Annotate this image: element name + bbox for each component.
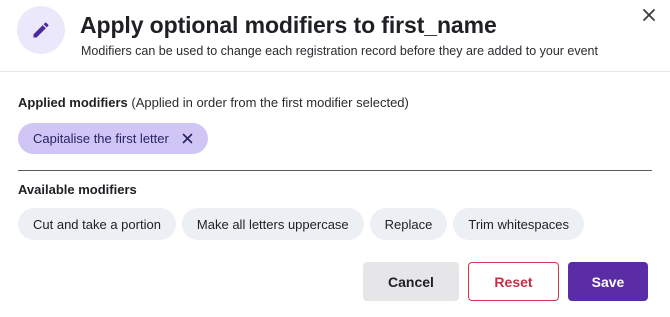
available-modifier-chip[interactable]: Trim whitespaces xyxy=(453,208,585,240)
available-modifier-chip[interactable]: Cut and take a portion xyxy=(18,208,176,240)
applied-modifiers-title: Applied modifiers xyxy=(18,95,128,110)
section-divider xyxy=(18,170,652,171)
reset-button[interactable]: Reset xyxy=(468,262,559,301)
available-modifier-chip[interactable]: Make all letters uppercase xyxy=(181,208,364,240)
available-modifiers-label: Available modifiers xyxy=(18,182,137,197)
dialog-title: Apply optional modifiers to first_name xyxy=(80,12,497,38)
pencil-icon xyxy=(17,6,65,54)
applied-modifier-chip[interactable]: Capitalise the first letter xyxy=(18,123,208,154)
modifiers-dialog: Apply optional modifiers to first_name M… xyxy=(0,0,670,317)
close-icon[interactable] xyxy=(637,3,661,27)
cancel-button[interactable]: Cancel xyxy=(363,262,459,301)
available-modifier-chip[interactable]: Replace xyxy=(369,208,448,240)
available-modifiers-list: Cut and take a portion Make all letters … xyxy=(18,208,585,240)
dialog-subtitle: Modifiers can be used to change each reg… xyxy=(81,44,598,58)
applied-modifier-label: Capitalise the first letter xyxy=(33,131,169,146)
applied-modifiers-label: Applied modifiers (Applied in order from… xyxy=(18,95,409,110)
applied-modifiers-note: (Applied in order from the first modifie… xyxy=(127,95,409,110)
save-button[interactable]: Save xyxy=(568,262,648,301)
dialog-header: Apply optional modifiers to first_name M… xyxy=(0,0,670,72)
close-icon[interactable] xyxy=(182,133,194,145)
